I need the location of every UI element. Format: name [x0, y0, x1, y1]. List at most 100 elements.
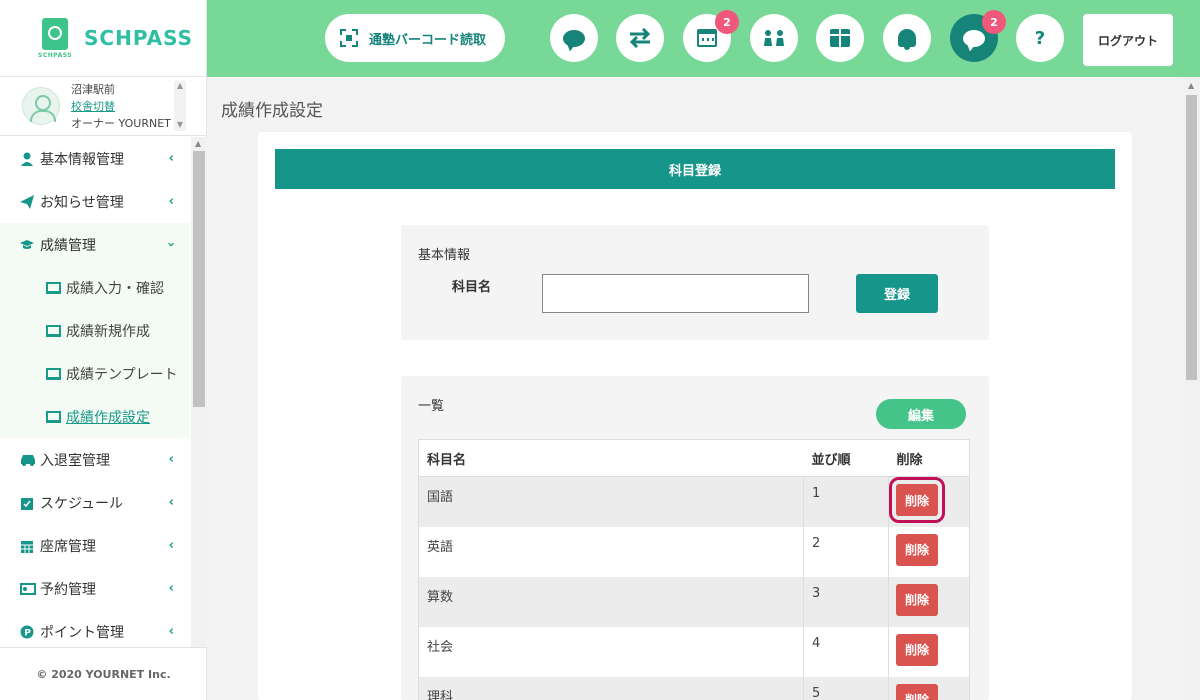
calendar-button[interactable]: 2 — [683, 10, 739, 62]
sidebar-scrollbar[interactable]: ▲ — [191, 137, 207, 647]
svg-text:P: P — [24, 628, 31, 638]
subject-name-input[interactable] — [542, 274, 809, 313]
subject-name-cell: 英語 — [418, 526, 804, 577]
subject-list-panel: 一覧 編集 科目名 並び順 削除 国語 1 削除 英語 2 削除 算数 3 削除… — [401, 376, 989, 700]
question-icon: ? — [1034, 27, 1046, 49]
transfer-button[interactable] — [616, 14, 664, 62]
school-name: 沼津駅前 — [71, 82, 115, 96]
paper-plane-icon — [20, 194, 34, 209]
barcode-scan-button[interactable]: 通塾バーコード読取 — [325, 14, 505, 62]
user-role: オーナー YOURNET — [71, 116, 171, 130]
logo[interactable]: SCHPASS SCHPASS — [0, 0, 206, 77]
table-row: 算数 3 削除 — [418, 576, 970, 627]
column-header-subject: 科目名 — [418, 439, 804, 477]
meeting-button[interactable] — [750, 14, 798, 62]
help-button[interactable]: ? — [1016, 14, 1064, 62]
sidebar-item-basic-info[interactable]: 基本情報管理 ‹ — [0, 137, 190, 180]
copyright: © 2020 YOURNET Inc. — [0, 647, 207, 700]
sidebar-menu: 基本情報管理 ‹ お知らせ管理 ‹ 成績管理 ‹ 成績入力・確認 成績新規作成 — [0, 137, 190, 653]
user-icon — [20, 152, 34, 166]
delete-button[interactable]: 削除 — [889, 477, 945, 523]
sidebar: SCHPASS SCHPASS 沼津駅前 校舎切替 オーナー YOURNET ▲… — [0, 0, 207, 700]
order-cell: 5 — [803, 676, 889, 700]
laptop-icon — [46, 367, 61, 380]
chevron-left-icon: ‹ — [168, 581, 174, 596]
delete-cell: 削除 — [888, 626, 970, 677]
grades-submenu: 成績入力・確認 成績新規作成 成績テンプレート 成績作成設定 — [0, 266, 190, 438]
gift-button[interactable] — [816, 14, 864, 62]
chevron-down-icon: ‹ — [163, 241, 179, 248]
delete-cell: 削除 — [888, 676, 970, 700]
subject-registration-card: 科目登録 基本情報 科目名 登録 一覧 編集 科目名 並び順 削除 国語 1 削… — [258, 132, 1132, 700]
column-header-order: 並び順 — [803, 439, 889, 477]
chevron-left-icon: ‹ — [168, 624, 174, 639]
message-bubble-icon — [963, 29, 985, 47]
table-row: 理科 5 削除 — [418, 676, 970, 700]
brand-name: SCHPASS — [84, 26, 194, 50]
sidebar-subitem-grade-template[interactable]: 成績テンプレート — [0, 352, 190, 395]
sidebar-subitem-grade-settings[interactable]: 成績作成設定 — [0, 395, 190, 438]
delete-button[interactable]: 削除 — [896, 633, 938, 666]
calendar-check-icon — [20, 496, 34, 510]
delete-button[interactable]: 削除 — [896, 583, 938, 616]
sidebar-item-reservations[interactable]: 予約管理 ‹ — [0, 567, 190, 610]
sidebar-item-schedule[interactable]: スケジュール ‹ — [0, 481, 190, 524]
calendar-icon — [697, 29, 717, 47]
delete-cell: 削除 — [888, 576, 970, 627]
sidebar-scrollbar-thumb[interactable] — [193, 151, 205, 407]
main-scrollbar[interactable]: ▲ — [1183, 77, 1200, 700]
subject-name-label: 科目名 — [452, 280, 492, 295]
sidebar-subitem-grade-entry[interactable]: 成績入力・確認 — [0, 266, 190, 309]
subject-name-cell: 理科 — [418, 676, 804, 700]
order-cell: 4 — [803, 626, 889, 677]
subject-name-cell: 国語 — [418, 476, 804, 527]
card-title: 科目登録 — [275, 149, 1115, 189]
point-icon: P — [20, 625, 34, 639]
sidebar-item-attendance[interactable]: 入退室管理 ‹ — [0, 438, 190, 481]
order-cell: 3 — [803, 576, 889, 627]
messages-button[interactable]: 2 — [950, 10, 1006, 62]
messages-badge: 2 — [982, 10, 1006, 34]
sidebar-item-notices[interactable]: お知らせ管理 ‹ — [0, 180, 190, 223]
delete-button[interactable]: 削除 — [896, 683, 938, 700]
delete-cell: 削除 — [888, 526, 970, 577]
subject-name-cell: 算数 — [418, 576, 804, 627]
table-row: 英語 2 削除 — [418, 526, 970, 577]
sidebar-item-seats[interactable]: 座席管理 ‹ — [0, 524, 190, 567]
chat-button[interactable] — [550, 14, 598, 62]
register-button[interactable]: 登録 — [856, 274, 938, 313]
reservation-icon — [20, 582, 36, 596]
chevron-left-icon: ‹ — [168, 151, 174, 166]
sidebar-item-grades[interactable]: 成績管理 ‹ — [0, 223, 190, 266]
sidebar-subitem-grade-new[interactable]: 成績新規作成 — [0, 309, 190, 352]
bell-icon — [898, 29, 916, 50]
user-panel-scrollbar[interactable]: ▲ ▼ — [174, 81, 186, 131]
laptop-icon — [46, 410, 61, 423]
delete-button[interactable]: 削除 — [896, 533, 938, 566]
meeting-people-icon — [764, 30, 784, 46]
basic-info-title: 基本情報 — [418, 248, 471, 263]
topbar: 通塾バーコード読取 2 2 ? ログアウト — [207, 0, 1200, 77]
notification-button[interactable] — [883, 14, 931, 62]
graduation-cap-icon — [20, 238, 34, 252]
column-header-delete: 削除 — [888, 439, 970, 477]
calendar-grid-icon — [20, 539, 34, 553]
car-icon — [20, 453, 35, 467]
qr-code-icon — [340, 29, 358, 47]
subject-table: 科目名 並び順 削除 国語 1 削除 英語 2 削除 算数 3 削除 社会 4 … — [418, 439, 970, 700]
delete-cell: 削除 — [888, 476, 970, 527]
edit-button[interactable]: 編集 — [876, 399, 966, 429]
laptop-icon — [46, 281, 61, 294]
table-row: 社会 4 削除 — [418, 626, 970, 677]
subject-name-cell: 社会 — [418, 626, 804, 677]
chevron-left-icon: ‹ — [168, 452, 174, 467]
school-switch-link[interactable]: 校舎切替 — [71, 98, 171, 115]
main-scrollbar-thumb[interactable] — [1186, 95, 1197, 380]
gift-icon — [830, 29, 850, 47]
chevron-left-icon: ‹ — [168, 194, 174, 209]
logout-button[interactable]: ログアウト — [1083, 14, 1173, 66]
list-title: 一覧 — [418, 399, 445, 414]
page-title: 成績作成設定 — [221, 101, 323, 121]
logo-book-icon: SCHPASS — [38, 18, 72, 59]
exchange-arrows-icon — [629, 28, 651, 48]
